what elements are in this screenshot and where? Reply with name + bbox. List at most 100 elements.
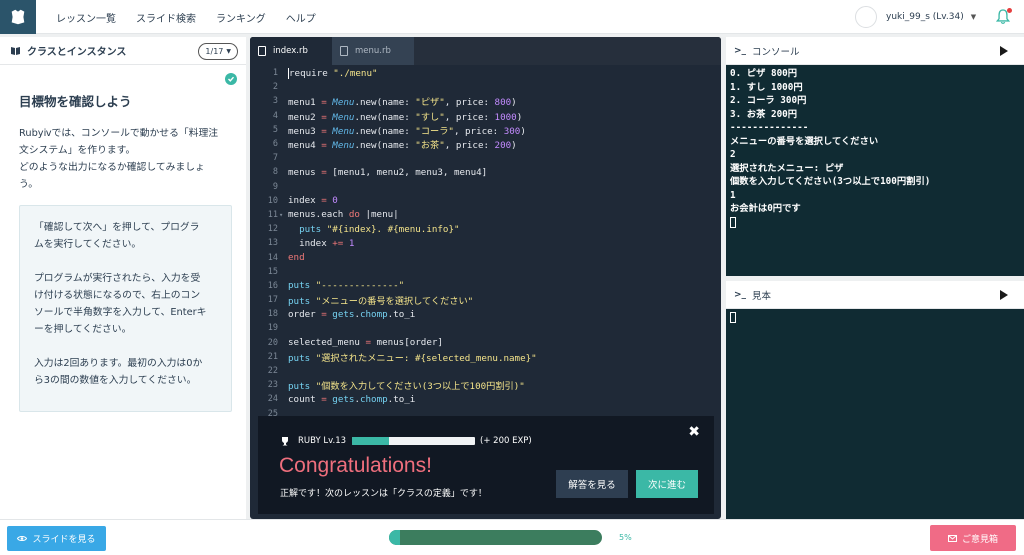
code-line: 5 menu3 = Menu.new(name: "コーラ", price: 30… [272, 124, 526, 137]
nav-link-lessons[interactable]: レッスン一覧 [56, 10, 116, 25]
tab-label: menu.rb [355, 46, 391, 56]
terminal-cursor [730, 312, 736, 323]
logo-icon [11, 9, 25, 25]
instruction-line: ムを実行してください。 [34, 239, 142, 250]
code-line: 7 [272, 153, 278, 164]
lesson-panel: クラスとインスタンス 1/17 ▼ 目標物を確認しよう Rubyⅳでは、コンソー… [0, 37, 246, 519]
instruction-paragraph: 「確認して次へ」を押して、プログラ ムを実行してください。 [34, 219, 217, 253]
congrats-title: Congratulations! [279, 454, 432, 477]
play-icon[interactable] [1000, 45, 1008, 56]
view-slides-button[interactable]: スライドを見る [7, 526, 106, 551]
xp-bar [352, 437, 476, 445]
top-nav: レッスン一覧 スライド検索 ランキング ヘルプ yuki_99_s (Lv.34… [0, 0, 1024, 34]
code-line: 8 menus = [menu1, menu2, menu3, menu4] [272, 166, 488, 178]
avatar[interactable] [855, 6, 877, 28]
nav-link-ranking[interactable]: ランキング [216, 10, 266, 25]
instruction-paragraph: 入力は2回あります。最初の入力は0か ら3の間の数値を入力してください。 [34, 355, 217, 389]
code-line: 19 [267, 323, 278, 334]
nav-link-slide-search[interactable]: スライド検索 [136, 10, 196, 25]
nav-link-help[interactable]: ヘルプ [286, 10, 316, 25]
xp-gain: (+ 200 EXP) [480, 436, 532, 446]
play-icon[interactable] [1000, 289, 1008, 300]
console-panel[interactable]: >_ コンソール 0. ピザ 800円 1. すし 1000円 2. コーラ 3… [726, 37, 1024, 276]
body-line: どのような出力になるか確認してみましょ [19, 162, 205, 173]
sample-panel[interactable]: >_ 見本 [726, 281, 1024, 519]
code-area[interactable]: 1 require "./menu" 2 3 menu1 = Menu.new(na… [250, 66, 721, 421]
code-line: 23 puts "個数を入力してください(3つ以上で100円割引)" [267, 380, 525, 393]
console-line: 1. すし 1000円 [730, 81, 803, 93]
mail-icon [947, 534, 957, 542]
user-menu[interactable]: yuki_99_s (Lv.34) ▼ [855, 5, 976, 29]
console-line: お会計は0円です [730, 203, 801, 214]
console-header: >_ コンソール [726, 37, 1024, 65]
console-line: 1 [730, 189, 736, 201]
instruction-paragraph: プログラムが実行されたら、入力を受 け付ける状態になるので、右上のコン ソールで… [34, 270, 217, 338]
slide-pager[interactable]: 1/17 ▼ [198, 43, 238, 60]
lesson-progress-fill [389, 530, 400, 545]
code-line: 1 require "./menu" [272, 67, 378, 79]
editor-tabs: index.rb menu.rb [250, 37, 721, 65]
console-line: 0. ピザ 800円 [730, 68, 798, 79]
code-line: 15 [267, 266, 278, 277]
console-line: メニューの番号を選択してください [730, 135, 879, 147]
sample-title: 見本 [752, 290, 772, 302]
sample-header: >_ 見本 [726, 281, 1024, 309]
instruction-line: 「確認して次へ」を押して、プログラ [34, 222, 200, 233]
code-line: 21 puts "選択されたメニュー: #{selected_menu.name}… [267, 351, 537, 364]
code-line: 11 ▾ menus.each do |menu| [267, 209, 399, 221]
view-answer-button[interactable]: 解答を見る [556, 470, 628, 498]
code-line: 18 order = gets.chomp.to_i [267, 308, 416, 320]
instruction-box: 「確認して次へ」を押して、プログラ ムを実行してください。 プログラムが実行され… [19, 205, 232, 412]
pager-label: 1/17 [205, 47, 224, 56]
code-line: 3 menu1 = Menu.new(name: "ピザ", price: 800… [272, 96, 517, 109]
terminal-icon: >_ [734, 45, 747, 56]
sample-output[interactable] [726, 309, 1024, 325]
code-line: 22 [267, 366, 278, 377]
terminal-cursor [730, 216, 736, 228]
notification-bell-icon[interactable] [996, 8, 1012, 26]
feedback-label: ご意見箱 [961, 534, 998, 545]
close-icon[interactable]: ✖ [688, 424, 700, 440]
chevron-down-icon[interactable]: ▼ [971, 13, 976, 21]
code-line: 13 index += 1 [267, 237, 355, 249]
code-line: 17 puts "メニューの番号を選択してください" [267, 295, 474, 308]
next-button[interactable]: 次に進む [636, 470, 698, 498]
eye-icon [17, 535, 28, 542]
username[interactable]: yuki_99_s (Lv.34) [886, 12, 964, 22]
console-title: コンソール [752, 46, 800, 58]
code-line: 24 count = gets.chomp.to_i [267, 393, 416, 405]
console-line: 2 [730, 149, 736, 160]
code-line: 6 menu4 = Menu.new(name: "お茶", price: 200… [272, 139, 517, 152]
code-line: 16 puts "--------------" [267, 280, 405, 292]
nav-links: レッスン一覧 スライド検索 ランキング ヘルプ [56, 0, 316, 34]
lesson-progress-bar [389, 530, 602, 545]
level-label: RUBY Lv.13 [298, 436, 347, 446]
file-icon [258, 46, 266, 56]
instruction-line: プログラムが実行されたら、入力を受 [34, 273, 201, 284]
instruction-line: ーを押してください。 [34, 324, 132, 335]
code-line: 14 end [267, 252, 305, 264]
lesson-title: クラスとインスタンス [27, 47, 127, 58]
xp-bar-fill [352, 437, 389, 445]
goal-title: 目標物を確認しよう [19, 94, 132, 109]
console-output[interactable]: 0. ピザ 800円 1. すし 1000円 2. コーラ 300円 3. お茶… [726, 65, 1024, 229]
correct-message: 正解です！次のレッスンは「クラスの定義」です！ [280, 489, 487, 499]
lesson-body: Rubyⅳでは、コンソールで動かせる「料理注 文システム」を作ります。 どのよう… [19, 125, 239, 193]
code-line: 20 selected_menu = menus[order] [267, 337, 443, 349]
console-line: 3. お茶 200円 [730, 108, 798, 120]
console-line: 選択されたメニュー: ピザ [730, 162, 844, 174]
code-line: 9 [272, 181, 278, 192]
feedback-button[interactable]: ご意見箱 [930, 525, 1016, 551]
instruction-line: 入力は2回あります。最初の入力は0か [34, 358, 203, 369]
instruction-line: け付ける状態になるので、右上のコン [34, 290, 201, 301]
chevron-down-icon: ▼ [226, 48, 231, 55]
footer: スライドを見る 5% ご意見箱 [0, 519, 1024, 555]
instruction-line: ら3の間の数値を入力してください。 [34, 375, 197, 386]
tab-label: index.rb [273, 46, 308, 56]
logo[interactable] [0, 0, 36, 34]
tab-index-rb[interactable]: index.rb [250, 37, 332, 65]
tab-menu-rb[interactable]: menu.rb [332, 37, 414, 65]
check-icon [225, 73, 237, 85]
console-line: 2. コーラ 300円 [730, 95, 807, 106]
code-line: 4 menu2 = Menu.new(name: "すし", price: 100… [272, 110, 523, 123]
